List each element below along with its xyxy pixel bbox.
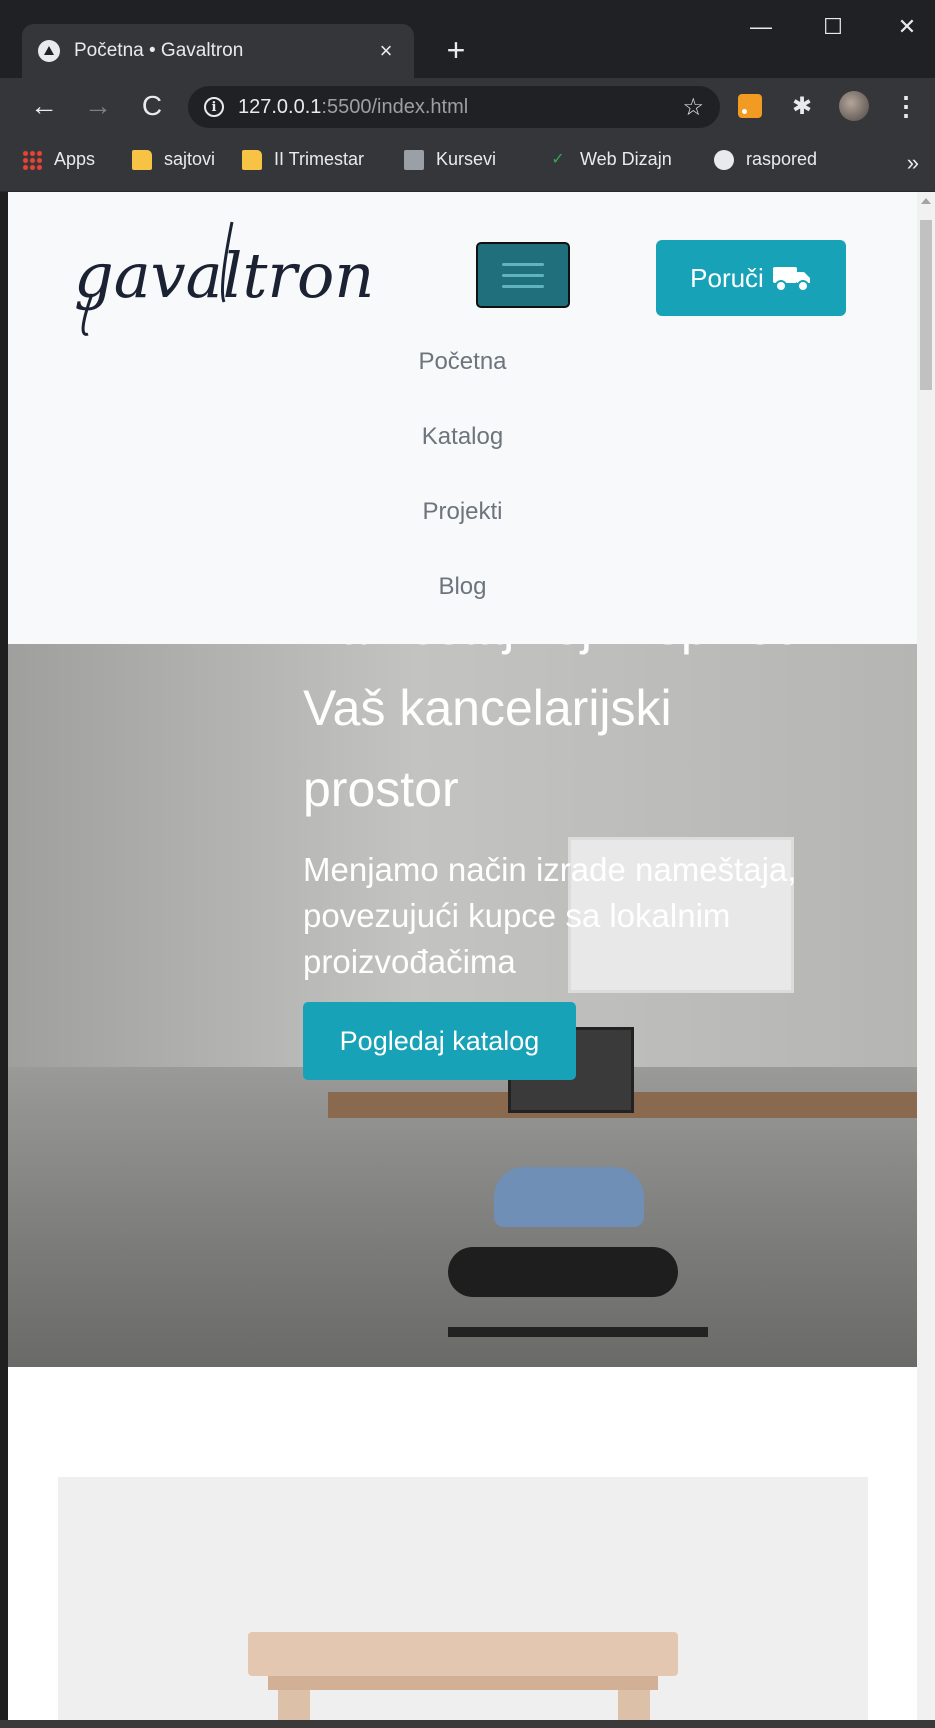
hero-chair-seat-image [448,1247,678,1297]
site-favicon-icon [38,40,60,62]
globe-icon [714,149,734,170]
hamburger-line [502,284,544,288]
bookmarks-bar: Apps sajtovi II Trimestar Kursevi ✓ Web … [0,136,935,192]
delivery-truck-icon [772,267,810,292]
product-table-leg [618,1690,650,1720]
nav-link-blog[interactable]: Blog [8,549,917,624]
browser-menu-icon[interactable]: ⋮ [888,88,924,124]
reload-button[interactable]: C [132,86,172,126]
page-scrollbar[interactable] [917,192,935,1720]
hero-title-line: Vaš kancelarijski [303,680,672,736]
extensions-puzzle-icon[interactable]: ✱ [784,88,820,124]
hero-section: Nameštaj koji inspiriše Vaš kancelarijsk… [8,607,917,1367]
page-viewport: gavaltron Poruči Početna Katalog Projekt… [8,192,917,1720]
bookmark-label: II Trimestar [274,149,365,169]
nav-link-projekti[interactable]: Projekti [8,474,917,549]
hero-subtitle: Menjamo način izrade nameštaja, povezuju… [303,851,797,980]
bookmark-label: Apps [54,149,96,169]
site-info-icon[interactable]: i [204,97,224,117]
bookmark-kursevi[interactable]: Kursevi [404,149,496,170]
scroll-up-arrow-icon[interactable] [921,198,931,204]
view-catalog-button[interactable]: Pogledaj katalog [303,1002,576,1080]
bookmark-label: sajtovi [164,149,216,169]
back-button[interactable]: ← [24,86,64,126]
address-url[interactable]: 127.0.0.1:5500/index.html [238,96,682,119]
folder-icon [242,149,262,170]
bookmark-apps[interactable]: Apps [22,149,95,170]
bookmarks-more-button[interactable]: » [907,150,919,176]
bookmark-label: raspored [746,149,818,169]
forward-button[interactable]: → [78,86,118,126]
nav-menu: Početna Katalog Projekti Blog [8,324,917,624]
scrollbar-thumb[interactable] [920,220,932,390]
window-bottom-strip [0,1720,935,1728]
profile-avatar[interactable] [836,88,872,124]
course-icon [404,149,424,170]
product-table-apron [268,1676,658,1690]
nav-link-katalog[interactable]: Katalog [8,399,917,474]
bookmark-raspored[interactable]: raspored [714,149,817,170]
bookmark-sajtovi[interactable]: sajtovi [132,149,215,170]
browser-tab[interactable]: Početna • Gavaltron × [22,24,414,78]
url-host: 127.0.0.1 [238,95,322,118]
hamburger-line [502,262,544,266]
tab-title: Početna • Gavaltron [74,40,244,61]
tab-close-icon[interactable]: × [374,38,398,64]
apps-grid-icon [22,149,42,170]
browser-toolbar: ← → C i 127.0.0.1:5500/index.html ☆ ✱ ⋮ [0,78,935,136]
hero-title-line: prostor [303,761,459,817]
rss-extension-icon[interactable] [732,88,768,124]
navbar-toggle-button[interactable] [476,242,570,308]
product-card[interactable] [58,1477,868,1720]
url-path: :5500/index.html [321,95,469,118]
hamburger-line [502,273,544,277]
bookmark-web-dizajn[interactable]: ✓ Web Dizajn [548,149,672,170]
hero-chair-image [494,1167,644,1227]
order-button-label: Poruči [690,262,764,293]
bookmark-star-icon[interactable]: ☆ [682,93,704,122]
window-minimize-button[interactable]: — [736,14,786,40]
product-table-image [248,1632,678,1676]
bookmark-label: Kursevi [436,149,497,169]
address-bar[interactable]: i 127.0.0.1:5500/index.html ☆ [188,86,720,128]
nav-link-pocetna[interactable]: Početna [8,324,917,399]
browser-tabstrip: Početna • Gavaltron × + — ☐ ✕ [0,0,935,78]
web-design-icon: ✓ [551,150,565,168]
folder-icon [132,149,152,170]
bookmark-ii-trimestar[interactable]: II Trimestar [242,149,364,170]
window-close-button[interactable]: ✕ [882,14,932,40]
window-maximize-button[interactable]: ☐ [808,14,858,40]
site-navbar: gavaltron Poruči Početna Katalog Projekt… [8,192,917,644]
product-table-leg [278,1690,310,1720]
bookmark-label: Web Dizajn [580,149,672,169]
order-button[interactable]: Poruči [656,240,846,316]
new-tab-button[interactable]: + [436,30,476,70]
hero-chair-base-image [448,1327,708,1337]
